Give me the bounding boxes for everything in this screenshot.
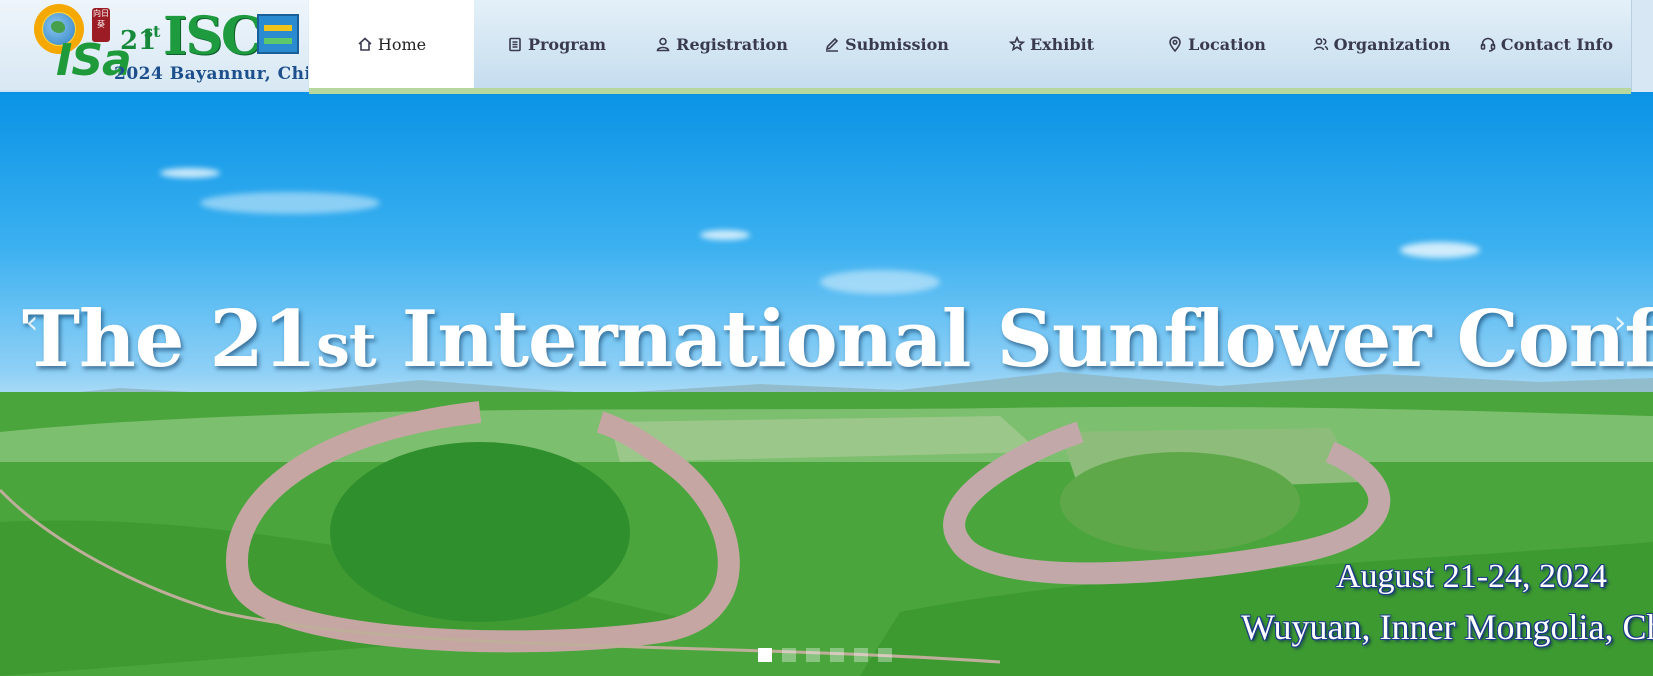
- nav-registration-label: Registration: [676, 34, 788, 54]
- star-icon: [1008, 36, 1025, 52]
- nav-home[interactable]: Home: [309, 0, 474, 88]
- nav-exhibit-label: Exhibit: [1029, 34, 1095, 54]
- headset-icon: [1480, 37, 1496, 52]
- nav-organization[interactable]: Organization: [1299, 0, 1464, 88]
- nav-submission[interactable]: Submission: [804, 0, 969, 88]
- nav-submission-label: Submission: [845, 34, 949, 54]
- slider-dot-2[interactable]: [782, 648, 796, 662]
- hero-slider: The 21st International Sunflower Confere…: [0, 92, 1653, 676]
- nav-program[interactable]: Program: [474, 0, 639, 88]
- nav-location[interactable]: Location: [1134, 0, 1299, 88]
- slider-pagination: [758, 648, 892, 662]
- hero-title-suffix-st: st: [316, 311, 376, 381]
- nav-home-label: Home: [377, 34, 427, 54]
- users-icon: [1313, 38, 1328, 51]
- hero-title-rest: International Sunflower Conference: [401, 294, 1653, 385]
- cloud: [200, 192, 380, 214]
- logo-location: 2024 Bayannur, China: [114, 64, 308, 84]
- clipboard-icon: [509, 37, 521, 52]
- map-pin-icon: [1169, 36, 1181, 52]
- slider-dot-6[interactable]: [878, 648, 892, 662]
- nav-contact-info-label: Contact Info: [1500, 34, 1614, 54]
- site-header: ISa 向日葵 21 st ISC 2024 Bayannur, China H…: [0, 0, 1653, 94]
- logo-acronym: ISC: [163, 6, 262, 67]
- nav-location-label: Location: [1188, 34, 1266, 54]
- main-nav: Home Program Registration Submission Exh…: [309, 0, 1631, 94]
- hero-title: The 21st International Sunflower Confere…: [22, 294, 1653, 385]
- conference-logo[interactable]: ISa 向日葵 21 st ISC 2024 Bayannur, China: [0, 0, 308, 90]
- nav-organization-label: Organization: [1333, 34, 1451, 54]
- pencil-icon: [826, 37, 839, 52]
- cloud: [160, 168, 220, 178]
- slider-next-button[interactable]: ›: [1606, 302, 1634, 342]
- cloud: [700, 230, 750, 240]
- conference-place: Wuyuan, Inner Mongolia, China: [1241, 607, 1653, 647]
- slider-dot-1[interactable]: [758, 648, 772, 662]
- header-edge: [1631, 0, 1653, 92]
- user-icon: [656, 37, 670, 52]
- hero-title-prefix: The 21: [22, 294, 317, 385]
- slider-dot-3[interactable]: [806, 648, 820, 662]
- logo-emblem-icon: [257, 14, 299, 54]
- slider-prev-button[interactable]: ‹: [18, 302, 46, 342]
- slider-dot-4[interactable]: [830, 648, 844, 662]
- home-icon: [358, 37, 372, 51]
- nav-program-label: Program: [527, 34, 607, 54]
- logo-seal: 向日葵: [92, 8, 110, 42]
- nav-contact-info[interactable]: Contact Info: [1464, 0, 1629, 88]
- logo-edition-suffix: st: [144, 22, 161, 41]
- slider-dot-5[interactable]: [854, 648, 868, 662]
- cloud: [1400, 242, 1480, 258]
- nav-registration[interactable]: Registration: [639, 0, 804, 88]
- cloud: [820, 270, 940, 294]
- nav-exhibit[interactable]: Exhibit: [969, 0, 1134, 88]
- conference-date: August 21-24, 2024: [1336, 558, 1608, 595]
